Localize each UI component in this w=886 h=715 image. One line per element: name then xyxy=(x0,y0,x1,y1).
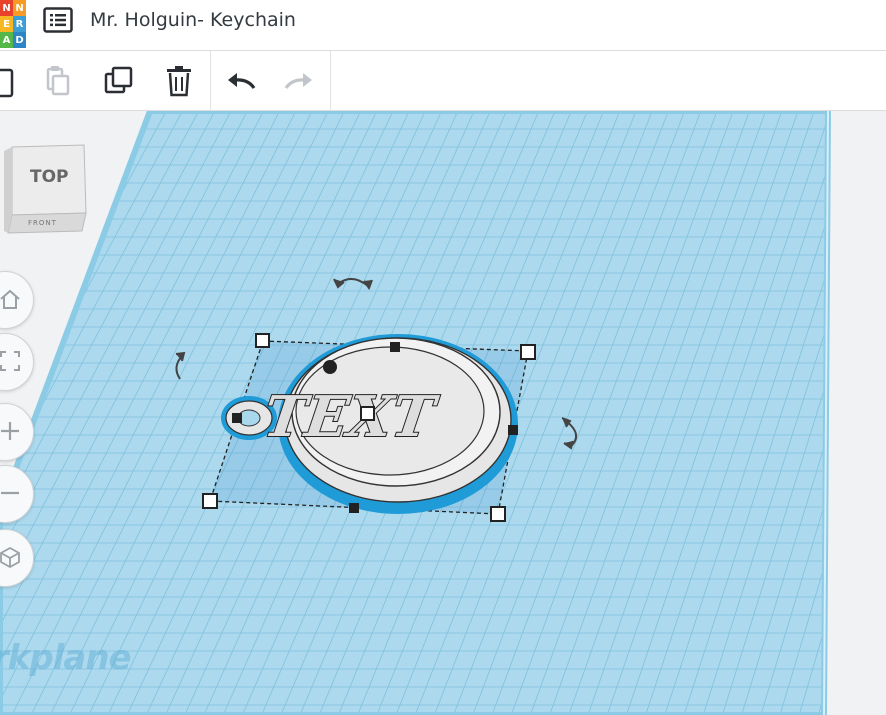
logo-letter: R xyxy=(13,16,26,32)
duplicate-icon[interactable] xyxy=(102,64,136,98)
paste-icon[interactable] xyxy=(0,64,16,98)
view-cube[interactable]: TOP FRONT xyxy=(4,141,90,241)
home-view-icon xyxy=(0,289,20,309)
workplane-grid[interactable]: TEXT xyxy=(0,111,886,715)
list-icon[interactable] xyxy=(43,7,73,33)
copy-disabled-icon[interactable] xyxy=(42,64,76,98)
app-logo[interactable]: N N E R A D xyxy=(0,0,26,48)
toolbar-divider xyxy=(210,51,211,110)
grid-line xyxy=(838,111,886,715)
logo-letter: N xyxy=(0,0,13,16)
fit-view-icon xyxy=(0,351,20,371)
view-cube-top-label: TOP xyxy=(30,167,69,187)
edit-toolbar xyxy=(0,51,886,111)
workplane-label: rkplane xyxy=(0,638,132,678)
logo-letter: D xyxy=(13,32,26,48)
grid-line xyxy=(876,111,886,715)
zoom-in-icon xyxy=(1,422,19,440)
logo-letter: A xyxy=(0,32,13,48)
logo-letter: E xyxy=(0,16,13,32)
3d-workspace[interactable]: TEXT TOP FRONT rkplane xyxy=(0,111,886,715)
view-cube-front-label: FRONT xyxy=(28,219,57,227)
delete-icon[interactable] xyxy=(162,64,196,98)
redo-icon[interactable] xyxy=(282,64,316,98)
toolbar-divider xyxy=(330,51,331,110)
keychain-text: TEXT xyxy=(260,384,443,450)
document-title[interactable]: Mr. Holguin- Keychain xyxy=(90,6,296,34)
perspective-icon xyxy=(0,546,20,568)
title-bar: N N E R A D Mr. Holguin- Keychain xyxy=(0,0,886,51)
undo-icon[interactable] xyxy=(224,64,258,98)
logo-letter: N xyxy=(13,0,26,16)
grid-line xyxy=(857,111,886,715)
zoom-out-icon xyxy=(1,491,19,495)
